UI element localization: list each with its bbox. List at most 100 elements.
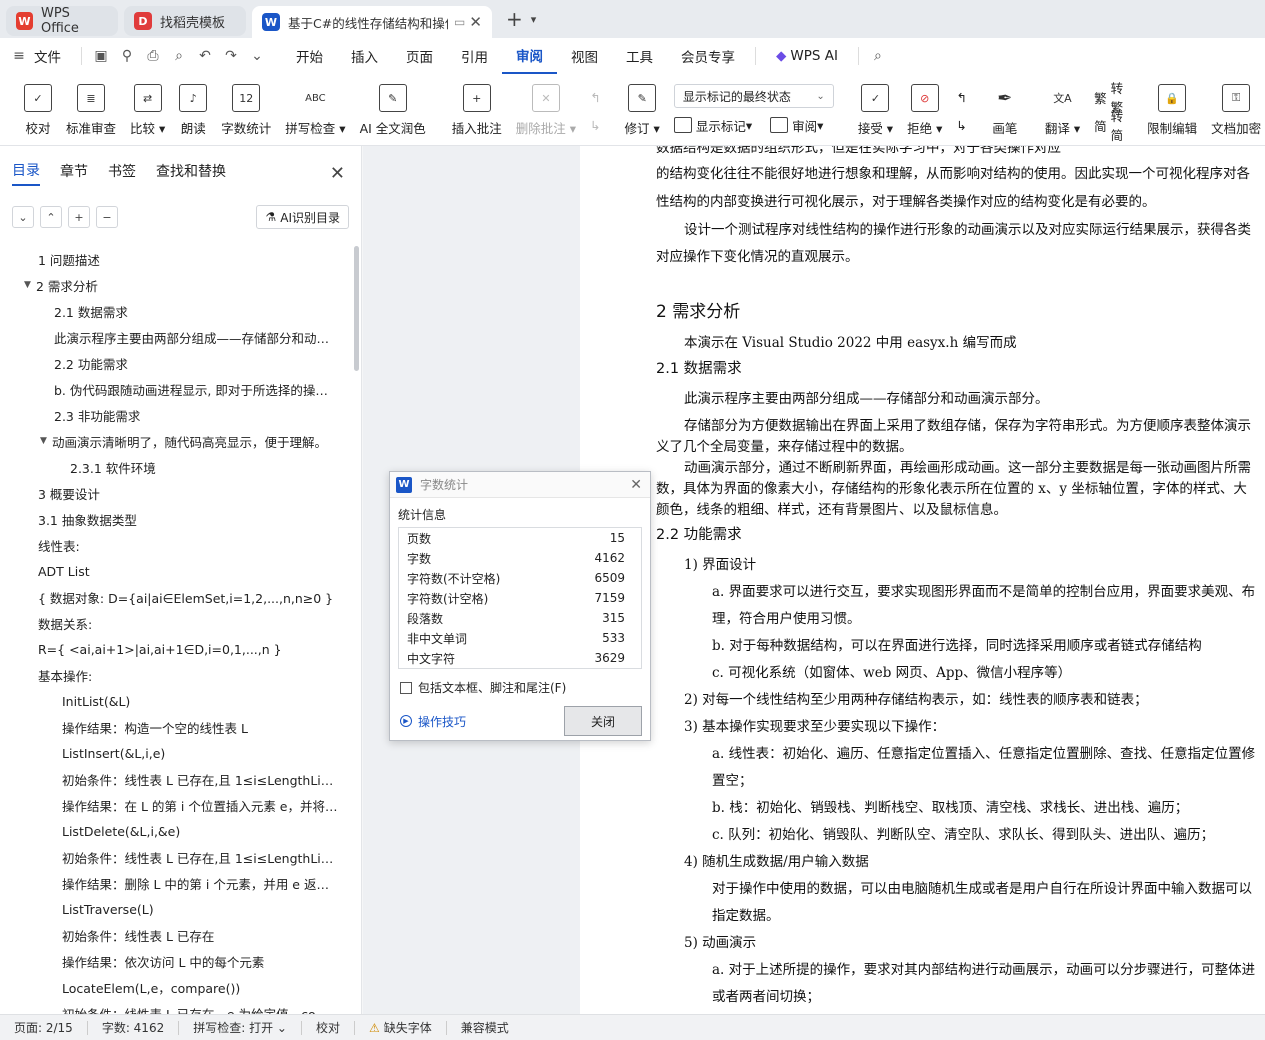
restrict-edit-button[interactable]: 🔒 限制编辑 [1147,74,1197,137]
save-icon[interactable]: ▣ [88,48,114,64]
menu-review[interactable]: 审阅 [502,38,557,74]
read-aloud-button[interactable]: ♪ 朗读 [179,74,208,137]
toc-item[interactable]: b. 伪代码跟随动画进程显示, 即对于所选择的操作，其对应的伪代码随之高亮显示。 [0,376,350,402]
menu-file[interactable]: 文件 [32,38,75,74]
proofread-button[interactable]: ✓ 校对 [24,74,52,137]
toc-item[interactable]: ListTraverse(L) [0,896,350,922]
ai-toc-button[interactable]: ⚗ AI识别目录 [256,205,349,229]
toc-item[interactable]: 2.3.1 软件环境 [0,454,350,480]
menu-page[interactable]: 页面 [392,38,447,74]
collapse-up-icon[interactable]: ⌃ [40,206,62,228]
undo-icon[interactable]: ↶ [192,48,218,64]
markup-select[interactable]: 显示标记的最终状态 ⌄ [673,84,834,108]
tab-document[interactable]: W 基于C#的线性存储结构和操作 ▭ ✕ [252,6,492,38]
reject-button[interactable]: ⊘ 拒绝 ▾ [907,74,942,137]
new-tab-icon[interactable]: + [506,7,523,31]
next-comment-button[interactable]: ↳ [590,112,600,138]
tab-template[interactable]: D 找稻壳模板 [124,6,246,36]
toc-item[interactable]: ADT List [0,558,350,584]
toc-item[interactable]: 基本操作: [0,662,350,688]
chevron-down-icon[interactable]: ⌄ [244,48,270,64]
toc-item[interactable]: 此演示程序主要由两部分组成——存储部分和动画演示部分。 [0,324,350,350]
to-simplified-button[interactable]: 简转简 [1094,109,1123,143]
prev-revision-button[interactable]: ↰ [956,84,966,110]
toc-item[interactable]: R={ <ai,ai+1>|ai,ai+1∈D,i=0,1,...,n } [0,636,350,662]
menu-view[interactable]: 视图 [557,38,612,74]
menu-insert[interactable]: 插入 [337,38,392,74]
toc-item[interactable]: 线性表: [0,532,350,558]
toc-item[interactable]: 3 概要设计 [0,480,350,506]
word-count-indicator[interactable]: 字数: 4162 [102,1019,164,1036]
insert-comment-button[interactable]: + 插入批注 [452,74,502,137]
accept-button[interactable]: ✓ 接受 ▾ [858,74,893,137]
nav-scrollbar[interactable] [354,246,359,371]
close-icon[interactable]: ✕ [330,163,345,184]
tab-bookmarks[interactable]: 书签 [108,161,136,185]
hamburger-icon[interactable]: ≡ [6,48,32,64]
toc-item[interactable]: 初始条件：线性表 L 已存在,且 1≤i≤LengthList(L) [0,844,350,870]
doc-encrypt-button[interactable]: ⚿ 文档加密 [1211,74,1261,137]
close-button[interactable]: 关闭 [564,706,642,736]
toc-item[interactable]: 数据关系: [0,610,350,636]
prev-comment-button[interactable]: ↰ [590,84,600,110]
next-revision-button[interactable]: ↳ [956,112,966,138]
toc-item[interactable]: ListInsert(&L,i,e) [0,740,350,766]
expand-triangle-icon[interactable]: ▼ [24,280,36,290]
delete-comment-button[interactable]: ✕ 删除批注 ▾ [516,74,576,137]
print-preview-icon[interactable]: ⌕ [166,48,192,64]
toc-item[interactable]: { 数据对象: D={ai|ai∈ElemSet,i=1,2,...,n,n≥0… [0,584,350,610]
compare-button[interactable]: ⇄ 比较 ▾ [130,74,165,137]
toc-item[interactable]: LocateElem(L,e，compare()) [0,974,350,1000]
include-textbox-checkbox[interactable]: 包括文本框、脚注和尾注(F) [400,679,650,696]
expand-triangle-icon[interactable]: ▼ [40,436,52,446]
expand-down-icon[interactable]: ⌄ [12,206,34,228]
toc-item[interactable]: 操作结果：删除 L 中的第 i 个元素，并用 e 返回其值 [0,870,350,896]
redo-icon[interactable]: ↷ [218,48,244,64]
tab-toc[interactable]: 目录 [12,160,40,186]
translate-button[interactable]: 文A 翻译 ▾ [1045,74,1080,137]
page-indicator[interactable]: 页面: 2/15 [14,1019,73,1036]
tab-chapters[interactable]: 章节 [60,161,88,185]
close-tab-icon[interactable]: ✕ [469,13,482,31]
missing-font-indicator[interactable]: ⚠ 缺失字体 [369,1019,432,1036]
tab-wps-office[interactable]: W WPS Office [6,6,118,36]
toc-item[interactable]: ListDelete(&L,i,&e) [0,818,350,844]
word-count-button[interactable]: 12 字数统计 [221,74,271,137]
print-icon[interactable]: ⎙ [140,48,166,64]
remove-heading-icon[interactable]: − [96,206,118,228]
toc-item[interactable]: 初始条件：线性表 L 已存在 [0,922,350,948]
toc-item[interactable]: 操作结果：依次访问 L 中的每个元素 [0,948,350,974]
share-icon[interactable]: ⚲ [114,48,140,64]
toc-item[interactable]: ▼ 动画演示清晰明了，随代码高亮显示，便于理解。 [0,428,350,454]
menu-wps-ai[interactable]: ◆ WPS AI [762,38,852,74]
tab-find-replace[interactable]: 查找和替换 [156,161,226,185]
document-page[interactable]: 数据结构是数据的组织形式，但是在实际学习中，对于各类操作对应 的结构变化往往不能很… [580,146,1265,1014]
chevron-down-icon[interactable]: ▾ [531,13,537,26]
pen-button[interactable]: ✒ 画笔 [991,74,1019,137]
menu-tools[interactable]: 工具 [612,38,667,74]
toc-item[interactable]: 操作结果：构造一个空的线性表 L [0,714,350,740]
standard-review-button[interactable]: ≣ 标准审查 [66,74,116,137]
close-icon[interactable]: ✕ [630,477,642,493]
review-pane-button[interactable]: 审阅 ▾ [770,116,823,135]
toc-item[interactable]: 2.1 数据需求 [0,298,350,324]
toc-item[interactable]: 2.2 功能需求 [0,350,350,376]
toc-item[interactable]: 初始条件：线性表 L 已存在,且 1≤i≤LengthList(L) [0,766,350,792]
ai-polish-button[interactable]: ✎ AI 全文润色 [360,74,426,137]
toc-item[interactable]: InitList(&L) [0,688,350,714]
add-heading-icon[interactable]: + [68,206,90,228]
spell-check-button[interactable]: ABC 拼写检查 ▾ [285,74,345,137]
search-icon[interactable]: ⌕ [865,48,891,64]
toc-item[interactable]: 操作结果：在 L 的第 i 个位置插入元素 e，并将 L 的长度加一 [0,792,350,818]
toc-item[interactable]: 1 问题描述 [0,246,350,272]
window-icon[interactable]: ▭ [454,15,465,29]
menu-start[interactable]: 开始 [282,38,337,74]
toc-item[interactable]: ▼ 2 需求分析 [0,272,350,298]
toc-item[interactable]: 2.3 非功能需求 [0,402,350,428]
menu-reference[interactable]: 引用 [447,38,502,74]
proof-indicator[interactable]: 校对 [316,1019,340,1036]
revise-button[interactable]: ✎ 修订 ▾ [625,74,660,137]
spell-check-indicator[interactable]: 拼写检查: 打开 ⌄ [193,1019,287,1036]
show-markup-button[interactable]: 显示标记 ▾ [673,116,752,135]
toc-item[interactable]: 3.1 抽象数据类型 [0,506,350,532]
